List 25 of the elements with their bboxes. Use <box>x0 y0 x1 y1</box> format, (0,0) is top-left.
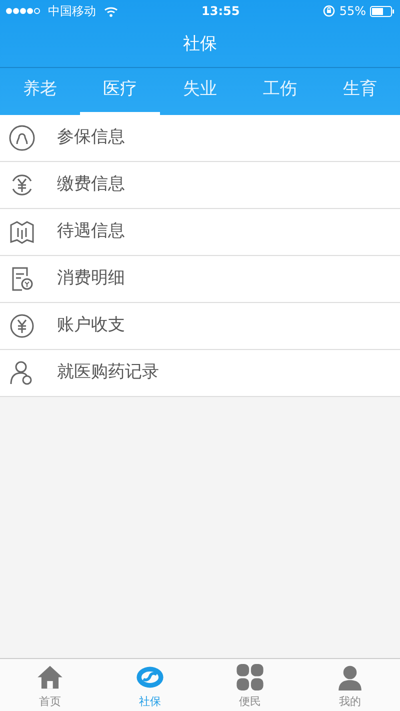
nav-tab[interactable]: 社保 <box>100 659 200 711</box>
grid-icon <box>235 663 265 692</box>
category-tab[interactable]: 养老 <box>0 68 80 114</box>
menu-item[interactable]: 消费明细 <box>0 256 400 302</box>
nav-tab[interactable]: 首页 <box>0 659 100 711</box>
carrier-name: 中国移动 <box>48 3 96 20</box>
battery-icon <box>370 6 394 16</box>
nav-tab[interactable]: 便民 <box>200 659 300 711</box>
wifi-icon <box>104 6 118 16</box>
signal-icon <box>6 7 40 15</box>
menu-item[interactable]: 就医购药记录 <box>0 350 400 396</box>
menu-item[interactable]: 参保信息 <box>0 114 400 162</box>
home-icon <box>35 663 65 692</box>
nav-tab[interactable]: 我的 <box>300 659 400 711</box>
yuan-icon <box>8 312 36 340</box>
battery-percent: 55% <box>339 3 366 20</box>
page-title: 社保 <box>183 32 217 56</box>
status-time: 13:55 <box>200 3 241 20</box>
category-tab[interactable]: 失业 <box>160 68 240 114</box>
menu-item[interactable]: 待遇信息 <box>0 208 400 256</box>
category-tab[interactable]: 工伤 <box>240 68 320 114</box>
rotation-lock-icon <box>323 5 336 17</box>
category-tab[interactable]: 生育 <box>320 68 400 114</box>
menu-item[interactable]: 缴费信息 <box>0 162 400 208</box>
menu-item[interactable]: 账户收支 <box>0 302 400 350</box>
